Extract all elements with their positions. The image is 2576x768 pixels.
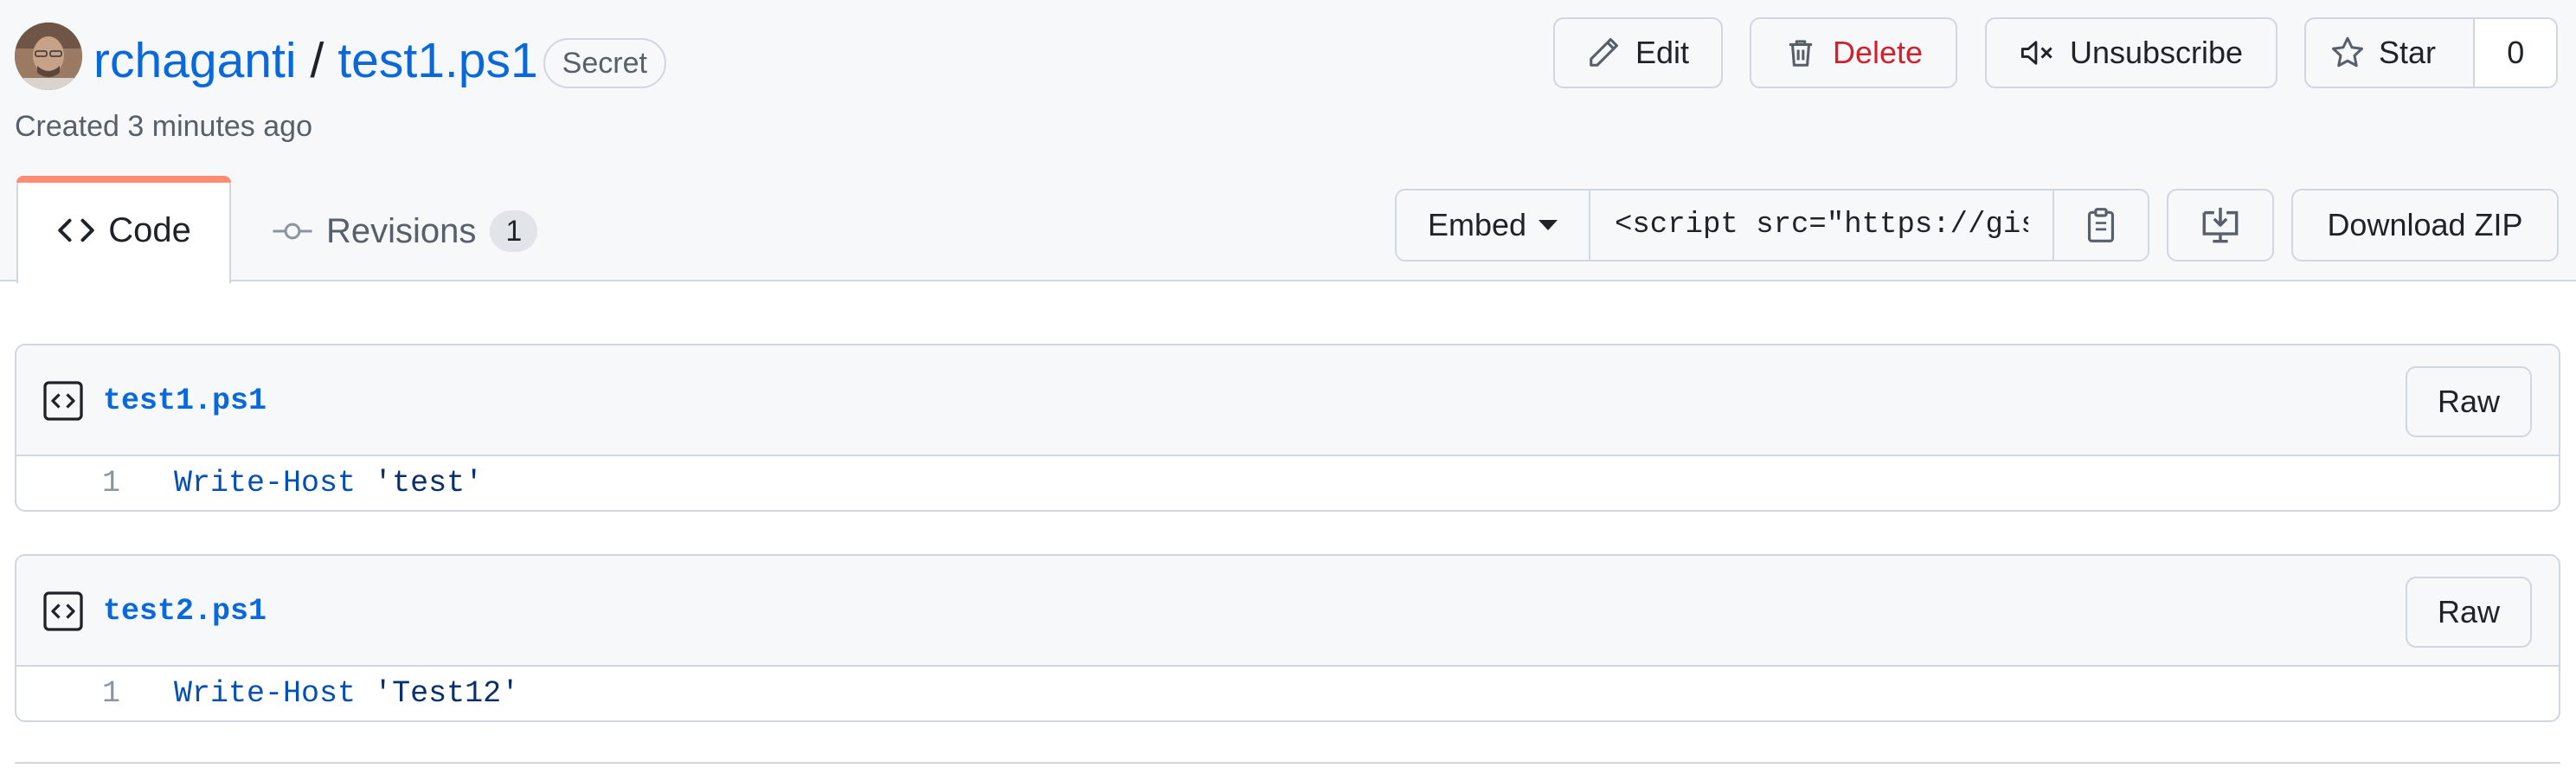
star-count[interactable]: 0 [2473, 19, 2556, 87]
git-commit-icon [273, 218, 312, 244]
raw-button[interactable]: Raw [2406, 577, 2532, 648]
embed-select[interactable]: Embed [1397, 190, 1590, 260]
download-zip-button[interactable]: Download ZIP [2291, 189, 2559, 261]
edit-label: Edit [1635, 35, 1690, 70]
avatar-image [15, 23, 82, 90]
file-name-link[interactable]: test2.ps1 [103, 591, 267, 632]
tab-code-label: Code [108, 210, 191, 249]
edit-button[interactable]: Edit [1553, 17, 1723, 88]
code-content: Write-Host 'test' [174, 466, 483, 500]
tab-revisions-label: Revisions [326, 211, 477, 250]
code-argument: 'Test12' [374, 676, 520, 711]
line-number[interactable]: 1 [16, 466, 120, 500]
code-command: Write-Host [174, 676, 357, 711]
star-label: Star [2379, 35, 2437, 70]
gist-title: rchaganti / test1.ps1 Secret [93, 26, 666, 95]
line-number[interactable]: 1 [16, 676, 120, 711]
code-line: 1 Write-Host 'Test12' [16, 667, 2559, 720]
star-icon [2330, 35, 2365, 70]
delete-label: Delete [1832, 35, 1924, 70]
unsubscribe-button[interactable]: Unsubscribe [1985, 17, 2277, 88]
secret-badge: Secret [543, 38, 666, 88]
tab-revisions[interactable]: Revisions 1 [273, 201, 538, 261]
tab-code[interactable]: Code [16, 176, 231, 283]
revisions-counter: 1 [490, 210, 538, 252]
file-code-icon [42, 591, 84, 636]
owner-link[interactable]: rchaganti [93, 26, 297, 95]
file-name-link[interactable]: test1.ps1 [103, 380, 267, 422]
embed-group: Embed [1395, 189, 2149, 261]
caret-down-icon [1539, 220, 1558, 230]
code-line: 1 Write-Host 'test' [16, 456, 2559, 510]
code-command: Write-Host [174, 466, 357, 500]
file-code-icon [42, 380, 84, 426]
clipboard-icon [2084, 206, 2118, 244]
file-box: test2.ps1 Raw 1 Write-Host 'Test12' [15, 554, 2560, 722]
divider [15, 762, 2560, 764]
desktop-download-icon [2200, 205, 2240, 245]
trash-icon [1784, 36, 1817, 69]
code-argument: 'test' [374, 466, 484, 500]
mute-icon [2020, 36, 2054, 69]
unsubscribe-label: Unsubscribe [2069, 35, 2244, 70]
delete-button[interactable]: Delete [1750, 17, 1957, 88]
created-timestamp: Created 3 minutes ago [15, 110, 312, 143]
file-header: test2.ps1 Raw [16, 556, 2559, 667]
code-icon [56, 213, 96, 248]
star-button[interactable]: Star [2306, 19, 2473, 87]
file-box: test1.ps1 Raw 1 Write-Host 'test' [15, 344, 2560, 512]
file-header: test1.ps1 Raw [16, 345, 2559, 456]
embed-select-label: Embed [1427, 207, 1527, 242]
raw-button[interactable]: Raw [2406, 366, 2532, 437]
copy-button[interactable] [2052, 190, 2148, 260]
open-desktop-button[interactable] [2167, 189, 2274, 261]
star-button-group: Star 0 [2304, 17, 2558, 88]
gist-name-link[interactable]: test1.ps1 [337, 26, 537, 95]
avatar[interactable] [15, 23, 82, 90]
code-content: Write-Host 'Test12' [174, 676, 519, 711]
title-separator: / [310, 33, 324, 88]
pencil-icon [1587, 36, 1620, 69]
embed-url-input[interactable] [1590, 190, 2052, 260]
